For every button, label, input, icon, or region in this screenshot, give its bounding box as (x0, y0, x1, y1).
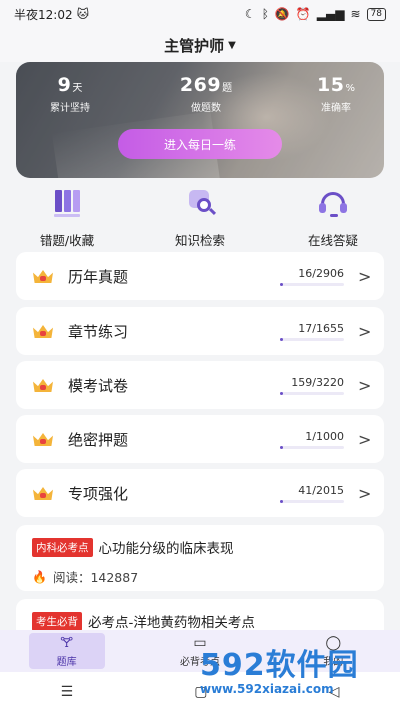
bluetooth-icon: ᛒ (261, 7, 269, 21)
news-tag: 考生必背 (32, 611, 82, 631)
chevron-right-icon: > (358, 375, 372, 395)
tab-label: 必背考点 (179, 657, 220, 668)
quick-link-label: 在线答疑 (307, 233, 358, 248)
progress-track (280, 445, 344, 449)
module-progress: 41/2015 (280, 484, 344, 503)
back-icon[interactable]: ◁ (329, 684, 340, 700)
module-mock-exams[interactable]: 模考试卷 159/3220 > (16, 361, 384, 409)
module-progress: 159/3220 (280, 376, 344, 395)
flame-icon: 🔥 (32, 569, 47, 584)
mute-icon: 🔕 (274, 7, 290, 21)
headset-icon (318, 190, 348, 220)
system-nav-bar: ☰ ▢ ◁ (0, 672, 400, 711)
magnifier-icon (185, 190, 217, 220)
stat-questions: 269题 做题数 (166, 74, 246, 114)
module-progress: 16/2906 (280, 267, 344, 286)
tab-question-bank[interactable]: 🝖 题库 (28, 633, 105, 669)
tab-key-points[interactable]: ▭ 必背考点 (162, 633, 238, 669)
module-title: 专项强化 (68, 484, 129, 503)
module-title: 历年真题 (68, 267, 129, 286)
stats-banner: 9天 累计坚持 269题 做题数 15% 准确率 进入每日一练 (16, 62, 384, 178)
moon-icon: ☾ (244, 7, 256, 21)
stat-questions-unit: 题 (222, 83, 233, 94)
crown-icon (32, 322, 54, 340)
module-progress-text: 1/1000 (305, 429, 344, 443)
chevron-right-icon: > (358, 321, 372, 341)
news-headline: 心功能分级的临床表现 (98, 541, 234, 557)
quick-link-label: 错题/收藏 (39, 233, 95, 248)
news-headline: 必考点-洋地黄药物相关考点 (88, 615, 255, 631)
quick-link-wrong-favorites[interactable]: 错题/收藏 (12, 190, 122, 249)
module-chapter-practice[interactable]: 章节练习 17/1655 > (16, 307, 384, 355)
crown-icon (32, 267, 54, 285)
module-past-exams[interactable]: 历年真题 16/2906 > (16, 252, 384, 300)
progress-fill (280, 445, 283, 449)
quick-link-online-qa[interactable]: 在线答疑 (278, 190, 388, 249)
tab-label: 我的 (323, 657, 344, 668)
chevron-right-icon: > (358, 483, 372, 503)
quick-link-knowledge-search[interactable]: 知识检索 (145, 190, 255, 249)
stat-accuracy-caption: 准确率 (321, 103, 351, 114)
stat-days-value: 9 (57, 74, 72, 96)
module-title: 绝密押题 (68, 430, 129, 449)
news-card[interactable]: 内科必考点 心功能分级的临床表现 🔥 阅读：142887 (16, 525, 384, 591)
module-progress-text: 17/1655 (298, 321, 344, 335)
stat-questions-caption: 做题数 (191, 103, 221, 114)
status-time: 半夜12:02 (14, 7, 73, 22)
signal-icon: ▂▄▆ (316, 7, 345, 21)
module-title: 章节练习 (68, 322, 129, 341)
stat-accuracy-unit: % (345, 83, 355, 94)
tab-label: 题库 (56, 657, 77, 668)
module-special-training[interactable]: 专项强化 41/2015 > (16, 469, 384, 517)
app-notification-icon: 🐱 (76, 7, 90, 21)
caret-down-icon: ▼ (228, 39, 236, 51)
module-title: 模考试卷 (68, 376, 129, 395)
stat-days-caption: 累计坚持 (50, 103, 90, 114)
status-bar: 半夜12:02 🐱 ☾ ᛒ 🔕 ⏰ ▂▄▆ ≋ 78 (0, 0, 400, 28)
news-reads: 阅读：142887 (52, 570, 139, 585)
progress-track (280, 282, 344, 286)
stat-days-unit: 天 (72, 83, 83, 94)
progress-fill (280, 282, 283, 286)
tab-profile[interactable]: ◯ 我的 (295, 633, 371, 669)
alarm-icon: ⏰ (295, 7, 311, 21)
progress-track (280, 337, 344, 341)
progress-track (280, 499, 344, 503)
module-secret-questions[interactable]: 绝密押题 1/1000 > (16, 415, 384, 463)
quick-link-label: 知识检索 (174, 233, 225, 248)
book-icon: ▭ (193, 635, 207, 651)
news-tag: 内科必考点 (32, 537, 93, 557)
stat-days: 9天 累计坚持 (40, 74, 100, 114)
bottom-tab-bar: 🝖 题库 ▭ 必背考点 ◯ 我的 (0, 630, 400, 672)
module-progress: 17/1655 (280, 322, 344, 341)
battery-indicator: 78 (366, 7, 386, 21)
stat-questions-value: 269 (179, 74, 222, 96)
stat-accuracy: 15% 准确率 (306, 74, 366, 114)
module-progress-text: 16/2906 (298, 266, 344, 280)
crown-icon (32, 484, 54, 502)
module-progress-text: 41/2015 (298, 483, 344, 497)
module-progress-text: 159/3220 (291, 375, 344, 389)
progress-fill (280, 391, 284, 395)
crown-icon (32, 376, 54, 394)
books-icon (52, 190, 82, 220)
progress-fill (280, 499, 283, 503)
exam-selector[interactable]: 主管护师 ▼ (0, 28, 400, 62)
progress-fill (280, 337, 283, 341)
chevron-right-icon: > (358, 429, 372, 449)
home-icon[interactable]: ▢ (194, 684, 207, 700)
menu-icon[interactable]: ☰ (61, 684, 74, 700)
chevron-right-icon: > (358, 266, 372, 286)
wifi-icon: ≋ (350, 7, 361, 21)
module-progress: 1/1000 (280, 430, 344, 449)
stat-accuracy-value: 15 (317, 74, 345, 96)
user-icon: ◯ (325, 635, 342, 651)
crown-icon (32, 430, 54, 448)
progress-track (280, 391, 344, 395)
tiku-icon: 🝖 (60, 635, 74, 651)
daily-practice-button[interactable]: 进入每日一练 (118, 129, 282, 159)
page-title: 主管护师 (164, 36, 225, 55)
